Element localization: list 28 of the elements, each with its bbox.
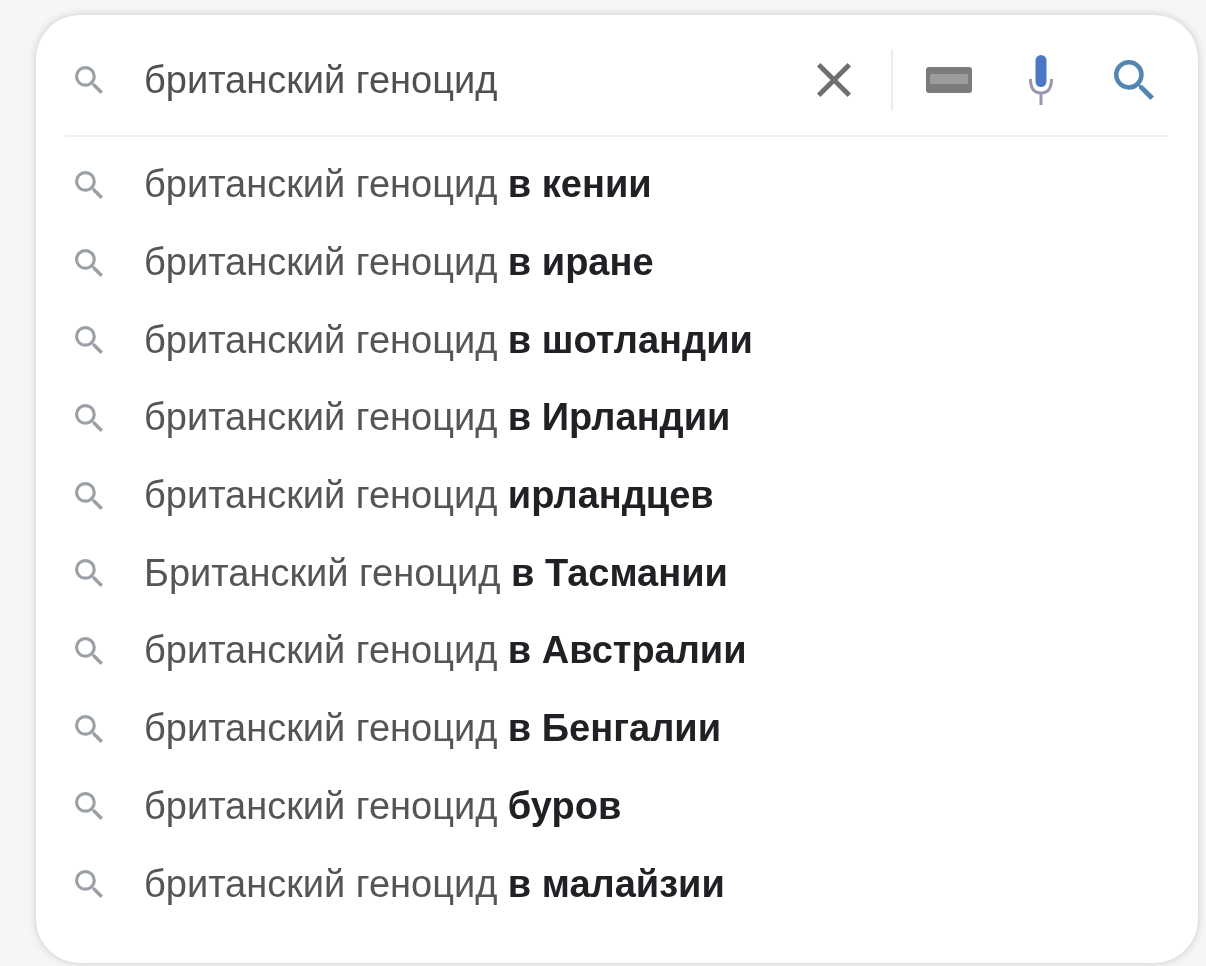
suggestion-item[interactable]: британский геноцид в Бенгалии (36, 689, 1198, 768)
search-icon (75, 714, 103, 743)
search-icon (75, 559, 103, 588)
search-field[interactable]: британский геноцид (144, 55, 704, 105)
suggestion-item[interactable]: британский геноцид в шотландии (36, 301, 1198, 380)
search-icon (75, 326, 103, 355)
suggestion-item[interactable]: британский геноцид в кении (36, 146, 1198, 224)
suggestion-item[interactable]: Британский геноцид в Тасмании (36, 534, 1198, 613)
close-icon (817, 63, 851, 97)
search-button[interactable] (1111, 57, 1157, 103)
microphone-icon (1029, 55, 1053, 105)
suggestion-item[interactable]: британский геноцид в иране (36, 223, 1198, 302)
search-icon (75, 870, 103, 899)
search-icon (75, 403, 103, 432)
search-icon (75, 636, 103, 665)
search-icon (75, 792, 103, 821)
suggestion-item[interactable]: британский геноцид в Ирландии (36, 379, 1198, 457)
search-icon (75, 66, 103, 94)
clear-button[interactable] (814, 60, 854, 100)
search-icon (75, 170, 103, 199)
search-icon (1114, 60, 1154, 100)
search-icon (75, 248, 103, 277)
keyboard-icon (926, 67, 972, 93)
suggestion-item[interactable]: британский геноцид в Австралии (36, 612, 1198, 690)
suggestion-item[interactable]: британский геноцид ирландцев (36, 456, 1198, 535)
search-icon (75, 481, 103, 510)
suggestion-item[interactable]: британский геноцид буров (36, 767, 1198, 846)
suggestion-item[interactable]: британский геноцид в малайзии (36, 845, 1198, 923)
